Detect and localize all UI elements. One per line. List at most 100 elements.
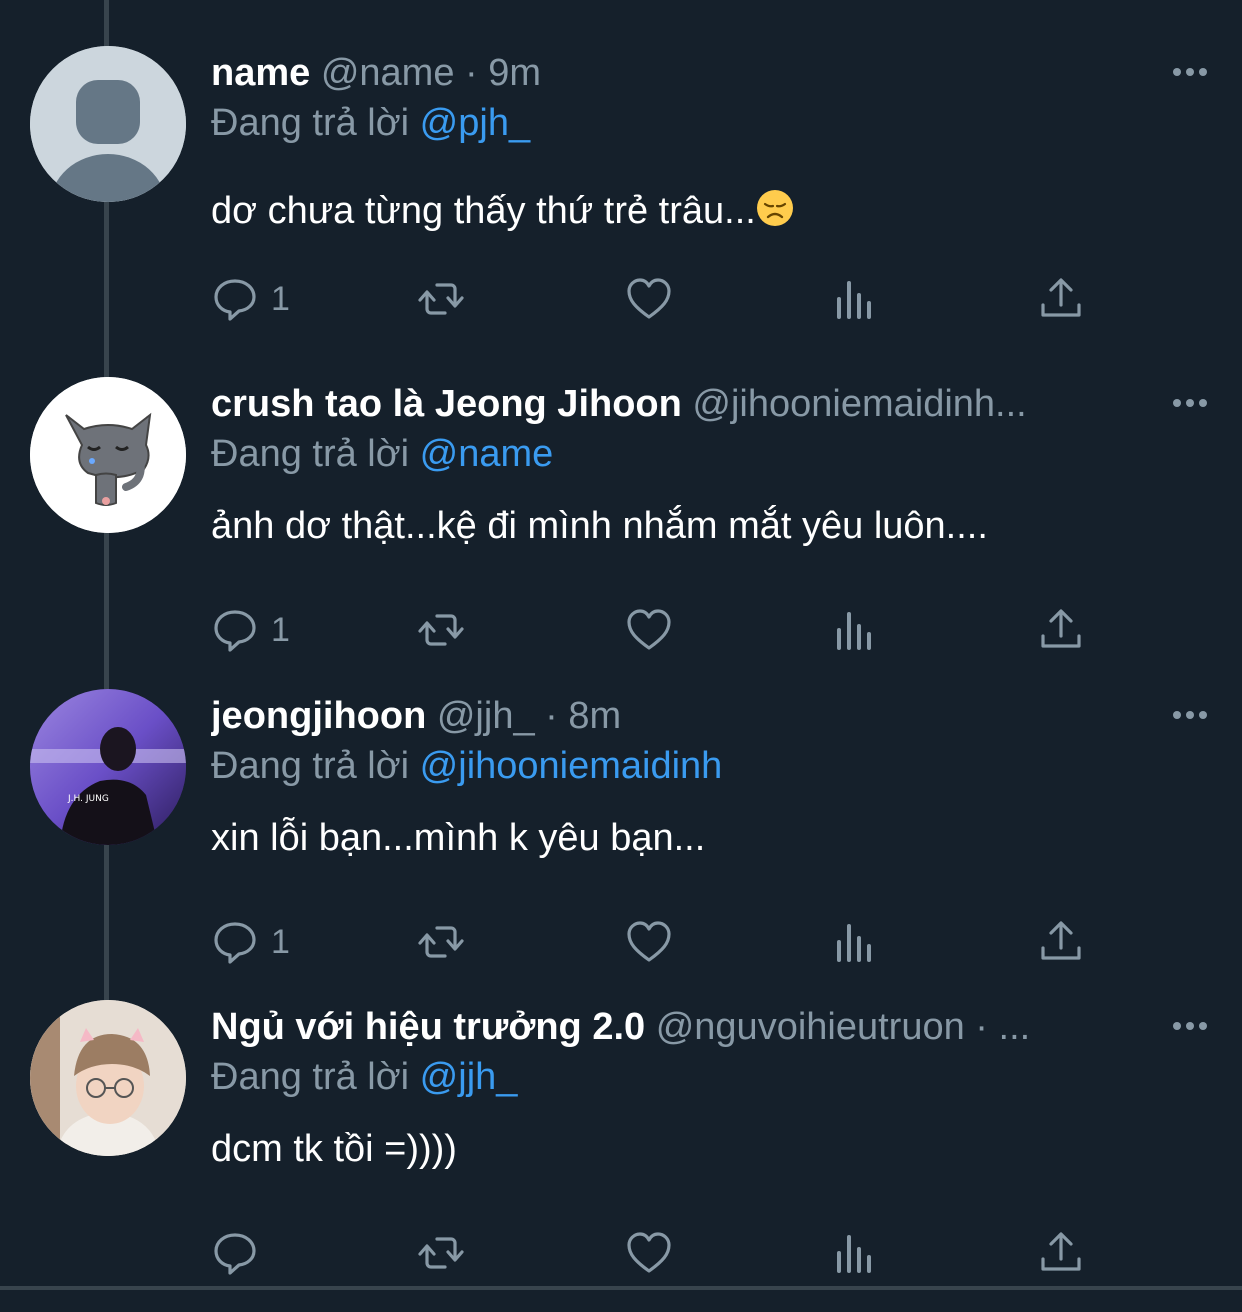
replying-to-label: Đang trả lời xyxy=(211,433,410,475)
replying-to: Đang trả lời @pjh_ xyxy=(211,98,530,148)
bottom-divider xyxy=(0,1286,1242,1290)
heart-icon xyxy=(627,921,671,962)
analytics-button[interactable] xyxy=(831,274,879,324)
retweet-button[interactable] xyxy=(417,605,465,655)
handle[interactable]: @nguvoihieutruon xyxy=(656,1006,965,1048)
reply-count: 1 xyxy=(271,610,290,649)
replying-to-label: Đang trả lời xyxy=(211,102,410,144)
tweet[interactable]: Ngủ với hiệu trưởng 2.0 @nguvoihieutruon… xyxy=(0,1000,1242,1312)
tweet-text: dơ chưa từng thấy thứ trẻ trâu... xyxy=(211,186,794,236)
avatar[interactable] xyxy=(30,46,186,202)
tweet[interactable]: crush tao là Jeong Jihoon @jihooniemaidi… xyxy=(0,377,1242,689)
tweet-header: jeongjihoon @jjh_ · 8m xyxy=(211,691,1132,741)
analytics-button[interactable] xyxy=(831,605,879,655)
heart-icon xyxy=(627,1232,671,1273)
retweet-icon xyxy=(418,926,464,958)
analytics-icon xyxy=(837,281,871,319)
tweet-actions: 1 xyxy=(211,917,1091,967)
analytics-button[interactable] xyxy=(831,917,879,967)
share-icon xyxy=(1041,278,1081,317)
analytics-button[interactable] xyxy=(831,1228,879,1278)
photo-avatar-icon: J.H. JUNG xyxy=(30,689,186,845)
tweet-text: ảnh dơ thật...kệ đi mình nhắm mắt yêu lu… xyxy=(211,505,988,547)
crying-cat-avatar-icon xyxy=(30,377,186,533)
more-options-button[interactable] xyxy=(1168,385,1212,421)
share-icon xyxy=(1041,921,1081,960)
tweet-header: crush tao là Jeong Jihoon @jihooniemaidi… xyxy=(211,379,1132,429)
reply-button[interactable]: 1 xyxy=(211,605,290,655)
reply-icon xyxy=(214,610,256,652)
handle[interactable]: @jihooniemaidinh... xyxy=(692,383,1026,425)
retweet-icon xyxy=(418,283,464,315)
replying-to-label: Đang trả lời xyxy=(211,1056,410,1098)
analytics-icon xyxy=(837,1235,871,1273)
avatar[interactable] xyxy=(30,1000,186,1156)
mention-link[interactable]: @name xyxy=(420,433,554,475)
retweet-icon xyxy=(418,614,464,646)
more-options-button[interactable] xyxy=(1168,1008,1212,1044)
mention-link[interactable]: @jjh_ xyxy=(420,1056,518,1098)
tweet-actions: 1 xyxy=(211,605,1091,655)
separator-dot: · xyxy=(465,52,478,94)
display-name[interactable]: Ngủ với hiệu trưởng 2.0 xyxy=(211,1006,645,1048)
retweet-button[interactable] xyxy=(417,274,465,324)
tweet[interactable]: name @name · 9m Đang trả lời @pjh_ dơ ch… xyxy=(0,46,1242,358)
like-button[interactable] xyxy=(625,917,673,967)
reply-count: 1 xyxy=(271,279,290,318)
mention-link[interactable]: @jihooniemaidinh xyxy=(420,745,723,787)
reply-button[interactable] xyxy=(211,1228,271,1278)
disappointed-face-icon xyxy=(756,190,793,226)
share-icon xyxy=(1041,1232,1081,1271)
retweet-button[interactable] xyxy=(417,917,465,967)
reply-icon xyxy=(214,922,256,964)
display-name[interactable]: crush tao là Jeong Jihoon xyxy=(211,383,682,425)
avatar[interactable] xyxy=(30,377,186,533)
analytics-icon xyxy=(837,924,871,962)
tweet-actions: 1 xyxy=(211,274,1091,324)
like-button[interactable] xyxy=(625,605,673,655)
tweet-text: dcm tk tồi =)))) xyxy=(211,1128,457,1170)
replying-to: Đang trả lời @jjh_ xyxy=(211,1052,517,1102)
more-options-button[interactable] xyxy=(1168,54,1212,90)
heart-icon xyxy=(627,278,671,319)
tweet-header: Ngủ với hiệu trưởng 2.0 @nguvoihieutruon… xyxy=(211,1002,1132,1052)
mention-link[interactable]: @pjh_ xyxy=(420,102,530,144)
separator-dot: · xyxy=(545,695,558,737)
default-avatar-icon xyxy=(30,46,186,202)
share-button[interactable] xyxy=(1037,605,1085,655)
retweet-icon xyxy=(418,1237,464,1269)
handle[interactable]: @name xyxy=(321,52,455,94)
reply-button[interactable]: 1 xyxy=(211,917,290,967)
tweet-header: name @name · 9m xyxy=(211,48,1132,98)
like-button[interactable] xyxy=(625,1228,673,1278)
tweet-text: xin lỗi bạn...mình k yêu bạn... xyxy=(211,817,706,859)
replying-to: Đang trả lời @jihooniemaidinh xyxy=(211,741,722,791)
share-button[interactable] xyxy=(1037,274,1085,324)
display-name[interactable]: jeongjihoon xyxy=(211,695,426,737)
reply-icon xyxy=(214,1233,256,1275)
more-options-button[interactable] xyxy=(1168,697,1212,733)
tweet-actions xyxy=(211,1228,1091,1278)
timestamp[interactable]: 9m xyxy=(488,52,541,94)
tweet-text-content: dơ chưa từng thấy thứ trẻ trâu... xyxy=(211,190,756,232)
heart-icon xyxy=(627,609,671,650)
reply-button[interactable]: 1 xyxy=(211,274,290,324)
analytics-icon xyxy=(837,612,871,650)
share-button[interactable] xyxy=(1037,1228,1085,1278)
handle[interactable]: @jjh_ xyxy=(437,695,535,737)
share-button[interactable] xyxy=(1037,917,1085,967)
timestamp[interactable]: 8m xyxy=(568,695,621,737)
photo-avatar-icon xyxy=(30,1000,186,1156)
truncation-ellipsis: ... xyxy=(998,1006,1031,1048)
replying-to-label: Đang trả lời xyxy=(211,745,410,787)
reply-icon xyxy=(214,279,256,321)
display-name[interactable]: name xyxy=(211,52,310,94)
avatar[interactable]: J.H. JUNG xyxy=(30,689,186,845)
like-button[interactable] xyxy=(625,274,673,324)
tweet[interactable]: J.H. JUNG jeongjihoon @jjh_ · 8m Đang tr… xyxy=(0,689,1242,1001)
reply-count: 1 xyxy=(271,922,290,961)
retweet-button[interactable] xyxy=(417,1228,465,1278)
separator-dot: · xyxy=(975,1006,988,1048)
svg-text:J.H. JUNG: J.H. JUNG xyxy=(67,794,109,804)
share-icon xyxy=(1041,609,1081,648)
